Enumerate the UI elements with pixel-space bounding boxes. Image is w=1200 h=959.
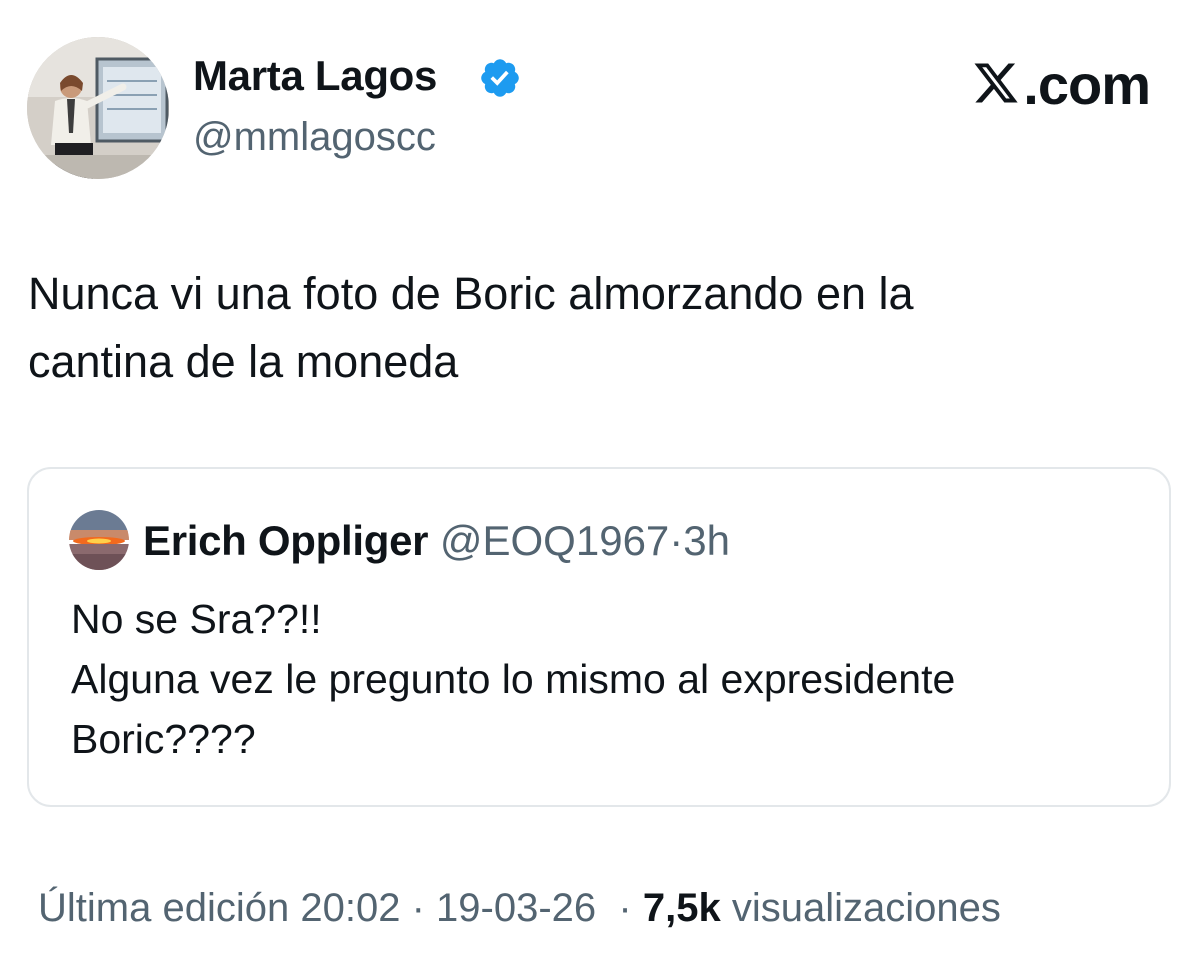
avatar-photo-icon xyxy=(27,37,169,179)
tweet-line: cantina de la moneda xyxy=(28,336,459,387)
brand-domain: .com xyxy=(1023,53,1151,116)
quoted-tweet-text: No se Sra??!! Alguna vez le pregunto lo … xyxy=(71,589,1151,769)
tweet-meta: Última edición 20:02 · 19-03-26 · 7,5k v… xyxy=(38,880,1001,936)
quoted-line: Boric???? xyxy=(71,716,256,762)
quoted-tweet-card[interactable]: Erich Oppliger @EOQ1967·3h No se Sra??!!… xyxy=(27,467,1171,807)
edited-label[interactable]: Última edición xyxy=(38,886,289,930)
author-handle[interactable]: @mmlagoscc xyxy=(193,112,436,162)
author-name[interactable]: Marta Lagos xyxy=(193,50,437,102)
tweet-line: Nunca vi una foto de Boric almorzando en… xyxy=(28,268,914,319)
separator-dot: · xyxy=(411,886,425,930)
sunset-avatar-icon xyxy=(69,510,129,570)
x-logo-icon xyxy=(974,63,1018,103)
views-label: visualizaciones xyxy=(731,886,1001,930)
post-date[interactable]: 19-03-26 xyxy=(436,886,596,930)
post-time[interactable]: 20:02 xyxy=(300,886,400,930)
verified-badge-icon xyxy=(481,59,519,97)
quoted-line: No se Sra??!! xyxy=(71,596,322,642)
author-avatar[interactable] xyxy=(27,37,169,179)
quoted-author-handle[interactable]: @EOQ1967 xyxy=(440,517,669,564)
separator-dot: · xyxy=(669,517,684,564)
quoted-timestamp[interactable]: 3h xyxy=(683,517,730,564)
separator-dot: · xyxy=(618,886,632,930)
quoted-tweet-header: Erich Oppliger @EOQ1967·3h xyxy=(143,515,730,567)
quoted-author-avatar[interactable] xyxy=(69,510,129,570)
tweet-text: Nunca vi una foto de Boric almorzando en… xyxy=(28,260,1168,396)
quoted-author-name[interactable]: Erich Oppliger xyxy=(143,517,428,564)
brand-logo: .com xyxy=(971,52,1151,118)
quoted-line: Alguna vez le pregunto lo mismo al expre… xyxy=(71,656,956,702)
views-count[interactable]: 7,5k xyxy=(643,886,721,930)
